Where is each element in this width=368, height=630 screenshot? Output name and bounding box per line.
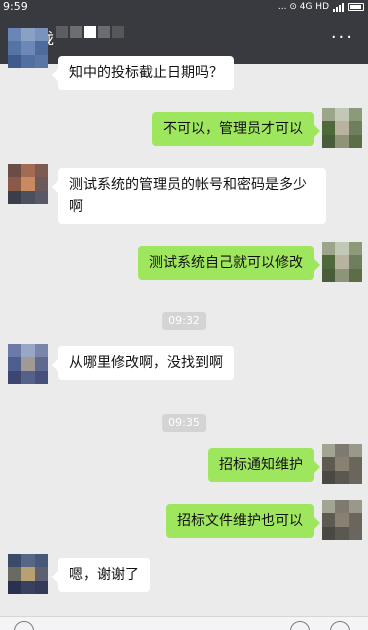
avatar[interactable] (322, 500, 362, 540)
more-options-button[interactable]: ··· (331, 28, 354, 48)
message-bubble[interactable]: 知中的投标截止日期吗？ (52, 56, 234, 90)
message-bubble[interactable]: 测试系统的管理员的帐号和密码是多少啊 (52, 168, 326, 224)
message-bubble[interactable]: 招标通知维护 (208, 448, 320, 482)
avatar[interactable] (8, 554, 48, 594)
message-bubble[interactable]: 从哪里修改啊，没找到啊 (52, 346, 234, 380)
signal-icon (333, 2, 344, 12)
voice-icon[interactable] (14, 621, 34, 630)
status-icons: ... ⊙ 4G HD (278, 0, 364, 14)
message-bubble[interactable]: 不可以，管理员才可以 (152, 112, 320, 146)
message-bubble[interactable]: 嗯，谢谢了 (52, 558, 150, 592)
message-bubble[interactable]: 测试系统自己就可以修改 (138, 246, 320, 280)
message-list: 知中的投标截止日期吗？ 不可以，管理员才可以 测试系统的管理员的帐号和密码是多少… (0, 28, 368, 616)
avatar[interactable] (322, 444, 362, 484)
avatar[interactable] (8, 344, 48, 384)
avatar[interactable] (8, 28, 48, 68)
plus-icon[interactable] (330, 621, 350, 630)
emoji-icon[interactable] (290, 621, 310, 630)
avatar[interactable] (322, 108, 362, 148)
avatar[interactable] (8, 164, 48, 204)
timestamp: 09:32 (162, 312, 206, 330)
status-bar: 9:59 ... ⊙ 4G HD (0, 0, 368, 14)
status-icons-text: ... ⊙ 4G HD (277, 2, 329, 12)
avatar[interactable] (322, 242, 362, 282)
message-bubble[interactable]: 招标文件维护也可以 (166, 504, 320, 538)
input-bar (0, 616, 368, 630)
timestamp: 09:35 (162, 414, 206, 432)
title-redacted (56, 26, 124, 38)
battery-icon (348, 3, 364, 11)
status-time: 9:59 (3, 0, 28, 13)
